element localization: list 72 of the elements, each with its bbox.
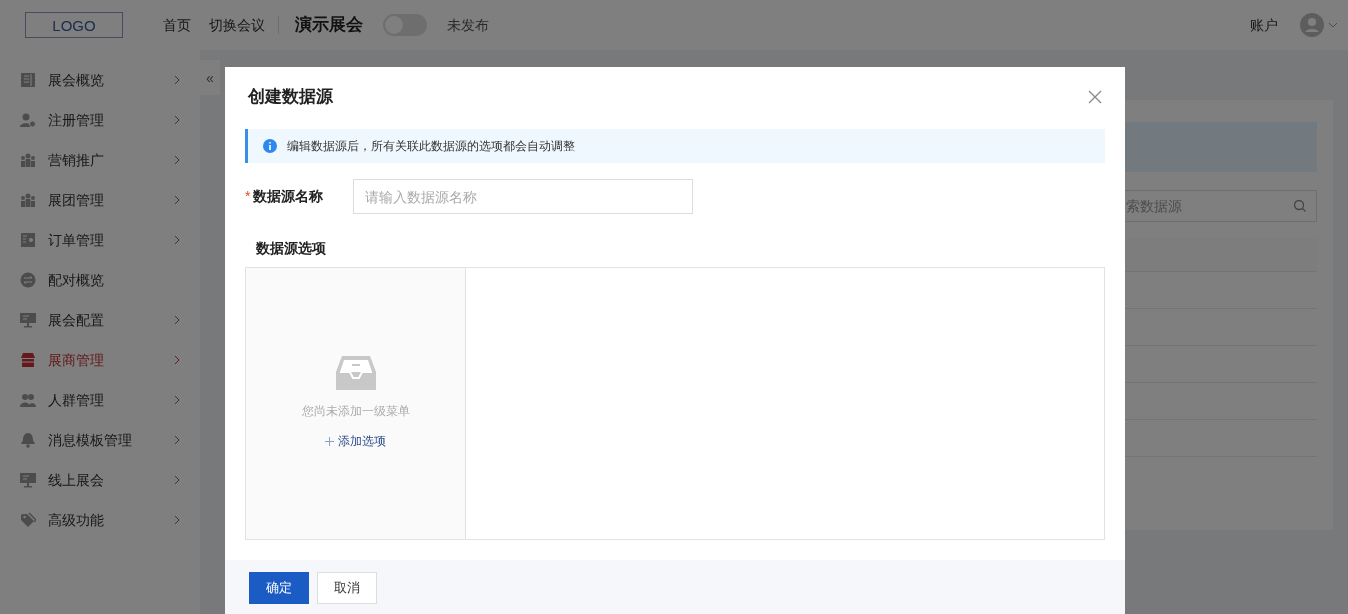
confirm-button[interactable]: 确定: [249, 572, 309, 604]
menu-icon: [20, 152, 36, 168]
sidebar-item[interactable]: 订单管理: [0, 220, 200, 260]
logo: LOGO: [25, 12, 123, 38]
nav-link[interactable]: 切换会议: [209, 14, 265, 36]
empty-inbox-icon: [335, 354, 376, 392]
sidebar-item[interactable]: 高级功能: [0, 500, 200, 540]
menu-icon: [20, 112, 36, 128]
sidebar-item[interactable]: 展商管理: [0, 340, 200, 380]
plus-icon: [325, 436, 334, 446]
add-option-link[interactable]: 添加选项: [325, 432, 386, 450]
sidebar-item[interactable]: 营销推广: [0, 140, 200, 180]
menu-label: 注册管理: [48, 110, 104, 130]
avatar-menu[interactable]: [1300, 13, 1338, 37]
close-button[interactable]: [1088, 90, 1102, 104]
search-icon: [1293, 199, 1307, 213]
chevron-icon: [174, 155, 180, 165]
avatar-icon: [1300, 13, 1324, 37]
dialog-title: 创建数据源: [248, 86, 333, 109]
sidebar-item[interactable]: 展会配置: [0, 300, 200, 340]
menu-icon: [20, 512, 36, 528]
sidebar-item[interactable]: 展团管理: [0, 180, 200, 220]
chevron-icon: [174, 515, 180, 525]
chevron-icon: [174, 195, 180, 205]
menu-icon: [20, 72, 36, 88]
menu-label: 订单管理: [48, 230, 104, 250]
chevron-icon: [174, 75, 180, 85]
menu-icon: [20, 232, 36, 248]
caret-icon: [1328, 22, 1338, 28]
chevron-icon: [174, 475, 180, 485]
chevron-icon: [174, 235, 180, 245]
menu-label: 消息模板管理: [48, 430, 132, 450]
info-text: 编辑数据源后，所有关联此数据源的选项都会自动调整: [287, 138, 575, 155]
menu-label: 展会配置: [48, 310, 104, 330]
menu-label: 人群管理: [48, 390, 104, 410]
menu-label: 展团管理: [48, 190, 104, 210]
sidebar-item[interactable]: 线上展会: [0, 460, 200, 500]
field-label: * 数据源名称: [245, 186, 353, 207]
info-icon: [263, 139, 277, 153]
collapse-button[interactable]: «: [200, 60, 220, 95]
menu-label: 配对概览: [48, 270, 104, 290]
menu-icon: [20, 192, 36, 208]
menu-label: 线上展会: [48, 470, 104, 490]
menu-label: 高级功能: [48, 510, 104, 530]
name-input[interactable]: 请输入数据源名称: [353, 179, 693, 214]
nav-link[interactable]: 首页: [163, 14, 191, 36]
chevron-icon: [174, 355, 180, 365]
required-icon: *: [245, 186, 251, 207]
menu-icon: [20, 472, 36, 488]
menu-icon: [20, 352, 36, 368]
chevron-icon: [174, 435, 180, 445]
publish-status: 未发布: [447, 15, 489, 35]
cancel-button[interactable]: 取消: [317, 572, 377, 604]
sidebar-item[interactable]: 展会概览: [0, 60, 200, 100]
chevron-icon: [174, 115, 180, 125]
menu-icon: [20, 432, 36, 448]
sidebar-item[interactable]: 注册管理: [0, 100, 200, 140]
sidebar-item[interactable]: 配对概览: [0, 260, 200, 300]
menu-icon: [20, 272, 36, 288]
section-label: 数据源选项: [255, 239, 327, 258]
sidebar-item[interactable]: 人群管理: [0, 380, 200, 420]
chevron-icon: [174, 395, 180, 405]
sidebar-item[interactable]: 消息模板管理: [0, 420, 200, 460]
menu-label: 营销推广: [48, 150, 104, 170]
menu-icon: [20, 392, 36, 408]
account-link[interactable]: 账户: [1250, 14, 1278, 36]
chevron-icon: [174, 315, 180, 325]
empty-text: 您尚未添加一级菜单: [301, 403, 410, 420]
menu-label: 展商管理: [48, 350, 104, 370]
menu-label: 展会概览: [48, 70, 104, 90]
menu-icon: [20, 312, 36, 328]
event-title: 演示展会: [295, 14, 363, 37]
